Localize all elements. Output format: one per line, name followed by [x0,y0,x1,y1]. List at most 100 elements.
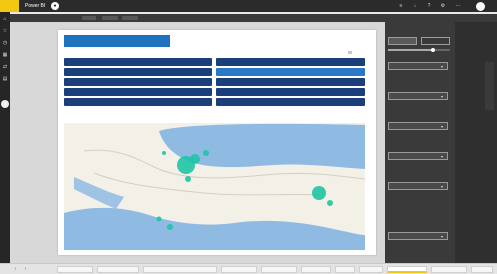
page-tab[interactable] [431,266,467,273]
bubble-map-visual[interactable] [64,123,365,250]
breadcrumb[interactable] [63,4,133,8]
table-cell-label[interactable] [64,78,212,86]
ribbon-edit-button[interactable] [82,16,96,20]
visualizations-pane [455,22,497,263]
page-tab[interactable] [471,266,493,273]
page-tab[interactable] [261,266,297,273]
ribbon-refresh-button[interactable] [382,16,406,20]
help-icon[interactable]: ? [426,3,432,9]
page-tab[interactable] [57,266,93,273]
favorites-icon[interactable]: ☆ [2,28,8,34]
top-bar: Power BI ● ≡ ↓ ? ⚙ ⋯ [0,0,497,12]
map-bubble[interactable] [185,176,191,182]
chevron-down-icon: ▾ [441,64,444,69]
dropdown-value [391,184,421,189]
ribbon-reading-view-button[interactable] [102,16,118,20]
filter-dropdown[interactable]: ▾ [388,122,448,130]
filter-dropdown[interactable]: ▾ [388,62,448,70]
page-tab[interactable] [335,266,355,273]
filter-dropdown[interactable]: ▾ [388,152,448,160]
filter-segment-option[interactable] [421,37,450,45]
filter-dropdown[interactable]: ▾ [388,92,448,100]
ribbon-file-button[interactable] [36,16,54,20]
page-tab[interactable] [97,266,139,273]
filter-segment-option[interactable] [388,37,417,45]
dropdown-value [391,94,421,99]
filter-dropdown[interactable]: ▾ [388,182,448,190]
avatar[interactable] [476,2,485,11]
chevron-left-icon[interactable]: ‹ [12,266,19,273]
visual-options-icon[interactable] [348,51,352,54]
ribbon-toolbar [10,14,497,22]
dropdown-label [388,175,443,180]
slider-handle[interactable] [431,48,435,52]
dropdown-value [391,64,421,69]
power-bi-logo[interactable] [0,0,19,12]
table-cell-label[interactable] [64,68,212,76]
home-icon[interactable]: ⌂ [2,16,8,22]
map-bubble[interactable] [190,154,200,164]
chevron-down-icon: ▾ [441,94,444,99]
notification-icon[interactable]: ≡ [398,3,404,9]
top-status [314,4,352,8]
page-tab-active[interactable] [387,266,427,273]
map-canvas [64,123,365,250]
ribbon-pin-button[interactable] [410,16,438,20]
dropdown-label [388,85,443,90]
table-cell-value[interactable] [216,68,365,76]
dropdown-label [388,225,443,230]
map-bubble[interactable] [327,200,333,206]
settings-icon[interactable]: ⚙ [440,3,446,9]
ribbon-save-button[interactable] [442,16,462,20]
account-icon[interactable] [1,100,9,108]
table-cell-value[interactable] [216,88,365,96]
report-title [64,35,170,47]
shared-icon[interactable]: ⇄ [2,64,8,70]
table-cell-value[interactable] [216,98,365,106]
dropdown-value [391,234,421,239]
ribbon-view-button[interactable] [58,16,78,20]
map-bubble[interactable] [312,186,326,200]
workspace-icon[interactable]: ● [51,2,59,10]
left-navigation-rail: ⌂ ☆ ◷ ▦ ⇄ ▤ [0,12,10,263]
pane-collapse-tab[interactable] [485,62,494,110]
report-page [58,30,376,255]
apps-icon[interactable]: ▦ [2,52,8,58]
filter-panel-title [388,26,438,31]
map-bubble[interactable] [162,151,166,155]
table-cell-value[interactable] [216,58,365,66]
table-cell-label[interactable] [64,98,212,106]
ribbon-explore-button[interactable] [346,16,376,20]
workspace-nav-icon[interactable]: ▤ [2,76,8,82]
chevron-right-icon[interactable]: › [22,266,29,273]
page-tab[interactable] [221,266,257,273]
ribbon-mobile-layout-button[interactable] [122,16,138,20]
slider-fill [388,49,433,51]
chevron-down-icon: ▾ [441,184,444,189]
download-icon[interactable]: ↓ [412,3,418,9]
app-title: Power BI [25,3,46,9]
page-tabs-bar: ‹ › [0,263,497,274]
page-tab[interactable] [143,266,217,273]
filter-dropdown[interactable]: ▾ [388,232,448,240]
dropdown-value [391,124,421,129]
summary-table [64,58,365,116]
chevron-down-icon: ▾ [441,154,444,159]
table-cell-value[interactable] [216,78,365,86]
recent-icon[interactable]: ◷ [2,40,8,46]
dropdown-label [388,55,443,60]
dropdown-label [388,145,443,150]
page-tab[interactable] [359,266,383,273]
map-bubble[interactable] [167,224,173,230]
map-bubble[interactable] [203,150,209,156]
table-cell-label[interactable] [64,88,212,96]
more-icon[interactable]: ⋯ [455,3,461,9]
filter-slider[interactable] [388,48,450,52]
page-tab[interactable] [301,266,331,273]
filter-panel: ▾ ▾ ▾ ▾ ▾ ▾ [385,22,455,263]
chevron-down-icon: ▾ [441,234,444,239]
dropdown-value [391,154,421,159]
table-cell-label[interactable] [64,58,212,66]
map-bubble[interactable] [156,216,162,222]
dropdown-label [388,115,443,120]
